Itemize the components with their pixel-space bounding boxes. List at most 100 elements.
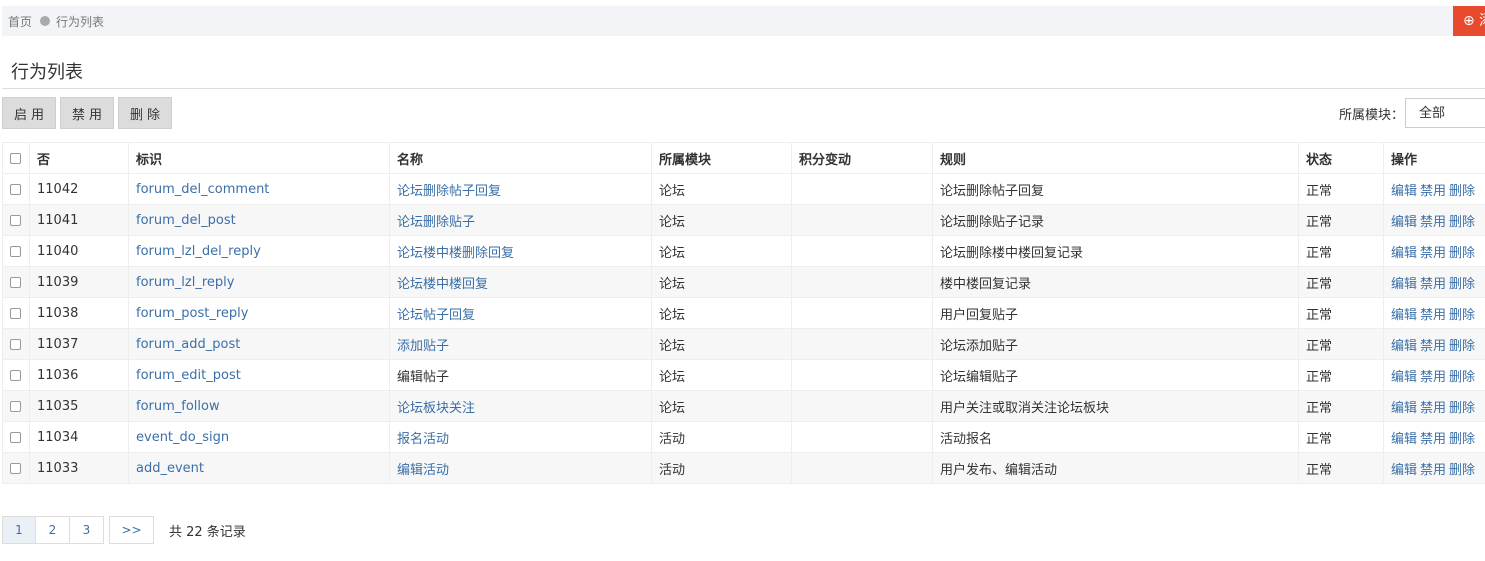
edit-link[interactable]: 编辑: [1391, 339, 1417, 354]
row-module: 论坛: [651, 390, 792, 422]
row-key-link[interactable]: forum_del_post: [136, 213, 236, 228]
column-header-key[interactable]: 标识: [128, 142, 390, 174]
delete-link[interactable]: 删除: [1449, 308, 1475, 323]
row-rule: 用户关注或取消关注论坛板块: [932, 390, 1299, 422]
select-all-cell: [2, 142, 30, 174]
table-row: 11041 forum_del_post 论坛删除贴子 论坛 论坛删除贴子记录 正常 编辑禁…: [2, 204, 1485, 236]
edit-link[interactable]: 编辑: [1391, 215, 1417, 230]
enable-button[interactable]: 启用: [2, 97, 56, 129]
row-key: forum_del_comment: [128, 173, 390, 205]
disable-link[interactable]: 禁用: [1420, 184, 1446, 199]
row-status: 正常: [1298, 328, 1384, 360]
row-key-link[interactable]: forum_follow: [136, 399, 220, 414]
disable-link[interactable]: 禁用: [1420, 432, 1446, 447]
column-header-status[interactable]: 状态: [1298, 142, 1384, 174]
disable-link[interactable]: 禁用: [1420, 339, 1446, 354]
edit-link[interactable]: 编辑: [1391, 370, 1417, 385]
breadcrumb-current: 行为列表: [56, 14, 105, 29]
add-button[interactable]: ⊕ 添: [1453, 6, 1485, 36]
page-1-button[interactable]: 1: [2, 516, 36, 544]
edit-link[interactable]: 编辑: [1391, 277, 1417, 292]
row-key-link[interactable]: forum_lzl_reply: [136, 275, 234, 290]
row-checkbox[interactable]: [10, 338, 21, 350]
column-header-rule[interactable]: 规则: [932, 142, 1299, 174]
delete-button[interactable]: 删除: [118, 97, 172, 129]
row-checkbox[interactable]: [10, 276, 21, 288]
delete-link[interactable]: 删除: [1449, 215, 1475, 230]
edit-link[interactable]: 编辑: [1391, 463, 1417, 478]
row-name-link[interactable]: 论坛删除贴子: [397, 215, 475, 230]
row-name-link[interactable]: 编辑活动: [397, 463, 449, 478]
select-all-checkbox[interactable]: [10, 152, 21, 164]
page-3-button[interactable]: 3: [69, 516, 104, 544]
table-row: 11042 forum_del_comment 论坛删除帖子回复 论坛 论坛删除帖子回复…: [2, 173, 1485, 205]
row-points: [791, 204, 933, 236]
row-name-link[interactable]: 论坛帖子回复: [397, 308, 475, 323]
delete-link[interactable]: 删除: [1449, 277, 1475, 292]
row-name-link[interactable]: 论坛删除帖子回复: [397, 184, 501, 199]
row-name-link[interactable]: 报名活动: [397, 432, 449, 447]
module-filter-label: 所属模块：: [1339, 108, 1405, 123]
edit-link[interactable]: 编辑: [1391, 308, 1417, 323]
row-checkbox[interactable]: [10, 307, 21, 319]
row-select-cell: [2, 297, 30, 329]
column-header-id[interactable]: 否: [29, 142, 129, 174]
disable-link[interactable]: 禁用: [1420, 370, 1446, 385]
row-checkbox[interactable]: [10, 245, 21, 257]
disable-button[interactable]: 禁用: [60, 97, 114, 129]
row-name-link[interactable]: 添加贴子: [397, 339, 449, 354]
row-id: 11036: [29, 359, 129, 391]
delete-link[interactable]: 删除: [1449, 370, 1475, 385]
row-rule: 论坛编辑贴子: [932, 359, 1299, 391]
disable-link[interactable]: 禁用: [1420, 308, 1446, 323]
row-key-link[interactable]: forum_post_reply: [136, 306, 248, 321]
edit-link[interactable]: 编辑: [1391, 246, 1417, 261]
table-header-row: 否 标识 名称 所属模块 积分变动 规则 状态 操作: [2, 142, 1485, 174]
page-2-button[interactable]: 2: [35, 516, 70, 544]
disable-link[interactable]: 禁用: [1420, 215, 1446, 230]
row-module: 论坛: [651, 328, 792, 360]
row-checkbox[interactable]: [10, 400, 21, 412]
module-filter-select[interactable]: 全部: [1405, 98, 1485, 128]
delete-link[interactable]: 删除: [1449, 184, 1475, 199]
disable-link[interactable]: 禁用: [1420, 463, 1446, 478]
edit-link[interactable]: 编辑: [1391, 401, 1417, 416]
row-actions: 编辑 禁用 删除: [1383, 173, 1485, 205]
row-key-link[interactable]: forum_edit_post: [136, 368, 241, 383]
row-key-link[interactable]: add_event: [136, 461, 204, 476]
row-checkbox[interactable]: [10, 431, 21, 443]
disable-link[interactable]: 禁用: [1420, 401, 1446, 416]
row-key-link[interactable]: forum_add_post: [136, 337, 240, 352]
row-rule: 论坛删除楼中楼回复记录: [932, 235, 1299, 267]
delete-link[interactable]: 删除: [1449, 401, 1475, 416]
row-checkbox[interactable]: [10, 462, 21, 474]
row-key-link[interactable]: forum_lzl_del_reply: [136, 244, 261, 259]
row-select-cell: [2, 359, 30, 391]
row-checkbox[interactable]: [10, 214, 21, 226]
table-row: 11038 forum_post_reply 论坛帖子回复 论坛 用户回复贴子 正常 编辑禁…: [2, 297, 1485, 329]
row-key-link[interactable]: forum_del_comment: [136, 182, 269, 197]
delete-link[interactable]: 删除: [1449, 339, 1475, 354]
row-module: 论坛: [651, 297, 792, 329]
column-header-points[interactable]: 积分变动: [791, 142, 933, 174]
edit-link[interactable]: 编辑: [1391, 184, 1417, 199]
column-header-name[interactable]: 名称: [389, 142, 652, 174]
row-select-cell: [2, 328, 30, 360]
row-checkbox[interactable]: [10, 369, 21, 381]
breadcrumb-home[interactable]: 首页: [8, 13, 32, 30]
delete-link[interactable]: 删除: [1449, 463, 1475, 478]
row-name-link[interactable]: 论坛楼中楼删除回复: [397, 246, 514, 261]
row-select-cell: [2, 204, 30, 236]
column-header-module[interactable]: 所属模块: [651, 142, 792, 174]
disable-link[interactable]: 禁用: [1420, 277, 1446, 292]
disable-link[interactable]: 禁用: [1420, 246, 1446, 261]
row-name-link[interactable]: 论坛楼中楼回复: [397, 277, 488, 292]
delete-link[interactable]: 删除: [1449, 246, 1475, 261]
row-checkbox[interactable]: [10, 183, 21, 195]
row-name-link[interactable]: 论坛板块关注: [397, 401, 475, 416]
row-points: [791, 328, 933, 360]
delete-link[interactable]: 删除: [1449, 432, 1475, 447]
edit-link[interactable]: 编辑: [1391, 432, 1417, 447]
row-key-link[interactable]: event_do_sign: [136, 430, 229, 445]
next-page-button[interactable]: >>: [109, 516, 154, 544]
